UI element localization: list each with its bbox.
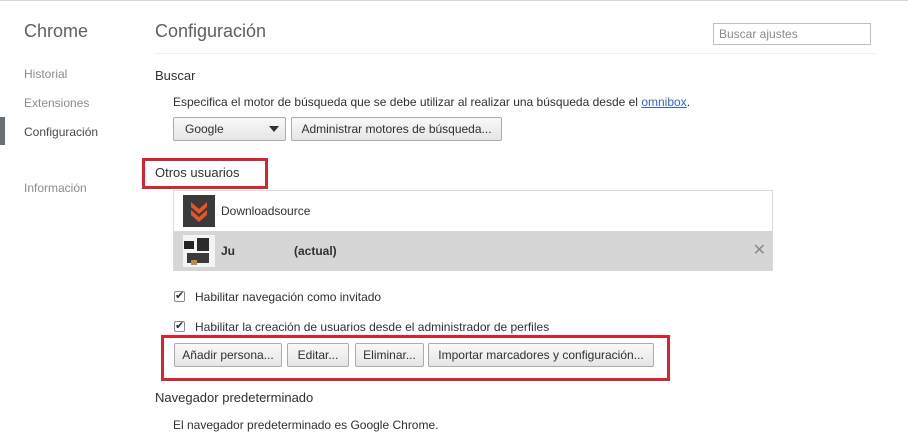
edit-user-button[interactable]: Editar... bbox=[287, 343, 349, 367]
downloadsource-avatar bbox=[183, 195, 215, 227]
manage-search-engines-button[interactable]: Administrar motores de búsqueda... bbox=[291, 117, 502, 141]
supervised-users-checkbox[interactable]: ✔ bbox=[174, 320, 185, 332]
sidebar-item-configuracion[interactable]: Configuración bbox=[24, 125, 98, 139]
delete-user-button[interactable]: Eliminar... bbox=[355, 343, 424, 367]
users-section-title: Otros usuarios bbox=[155, 165, 240, 180]
sidebar-item-extensiones[interactable]: Extensiones bbox=[24, 96, 89, 110]
checkmark-icon: ✔ bbox=[175, 290, 185, 302]
search-section-title: Buscar bbox=[155, 68, 196, 83]
search-description-text: Especifica el motor de búsqueda que se d… bbox=[173, 95, 638, 109]
sidebar-title: Chrome bbox=[24, 21, 89, 41]
user-row[interactable]: Downloadsource bbox=[174, 191, 772, 231]
user-name: Downloadsource bbox=[221, 204, 311, 218]
supervised-users-label: Habilitar la creación de usuarios desde … bbox=[195, 320, 550, 334]
remove-user-icon[interactable]: ✕ bbox=[753, 240, 766, 260]
user-row-current[interactable]: Ju (actual) ✕ bbox=[174, 231, 772, 271]
guest-browsing-label: Habilitar navegación como invitado bbox=[195, 290, 382, 304]
add-person-button[interactable]: Añadir persona... bbox=[174, 343, 282, 367]
chevron-down-logo-icon bbox=[191, 202, 207, 222]
sidebar: Chrome Historial Extensiones Configuraci… bbox=[0, 0, 140, 441]
search-description-suffix: . bbox=[686, 95, 691, 109]
omnibox-link[interactable]: omnibox bbox=[641, 95, 686, 109]
dropdown-arrow-icon bbox=[269, 126, 279, 132]
search-engine-select[interactable]: Google bbox=[173, 117, 286, 141]
sidebar-item-informacion[interactable]: Información bbox=[24, 181, 87, 195]
user-avatar bbox=[183, 235, 215, 267]
checkmark-icon: ✔ bbox=[175, 320, 185, 332]
page-title: Configuración bbox=[155, 21, 267, 41]
default-browser-title: Navegador predeterminado bbox=[155, 390, 314, 405]
default-browser-text: El navegador predeterminado es Google Ch… bbox=[173, 418, 439, 432]
import-bookmarks-button[interactable]: Importar marcadores y configuración... bbox=[428, 343, 654, 367]
guest-browsing-checkbox[interactable]: ✔ bbox=[174, 290, 185, 302]
header-divider bbox=[155, 53, 875, 54]
sidebar-item-historial[interactable]: Historial bbox=[24, 67, 67, 81]
user-photo-icon bbox=[183, 235, 215, 267]
search-settings-input[interactable] bbox=[713, 23, 871, 45]
user-list: Downloadsource Ju (actual) ✕ bbox=[173, 190, 773, 271]
user-status: (actual) bbox=[294, 244, 337, 258]
search-description: Especifica el motor de búsqueda que se d… bbox=[173, 95, 690, 109]
search-engine-selected: Google bbox=[185, 122, 224, 136]
sidebar-active-indicator bbox=[0, 117, 5, 145]
user-name: Ju bbox=[221, 244, 236, 258]
